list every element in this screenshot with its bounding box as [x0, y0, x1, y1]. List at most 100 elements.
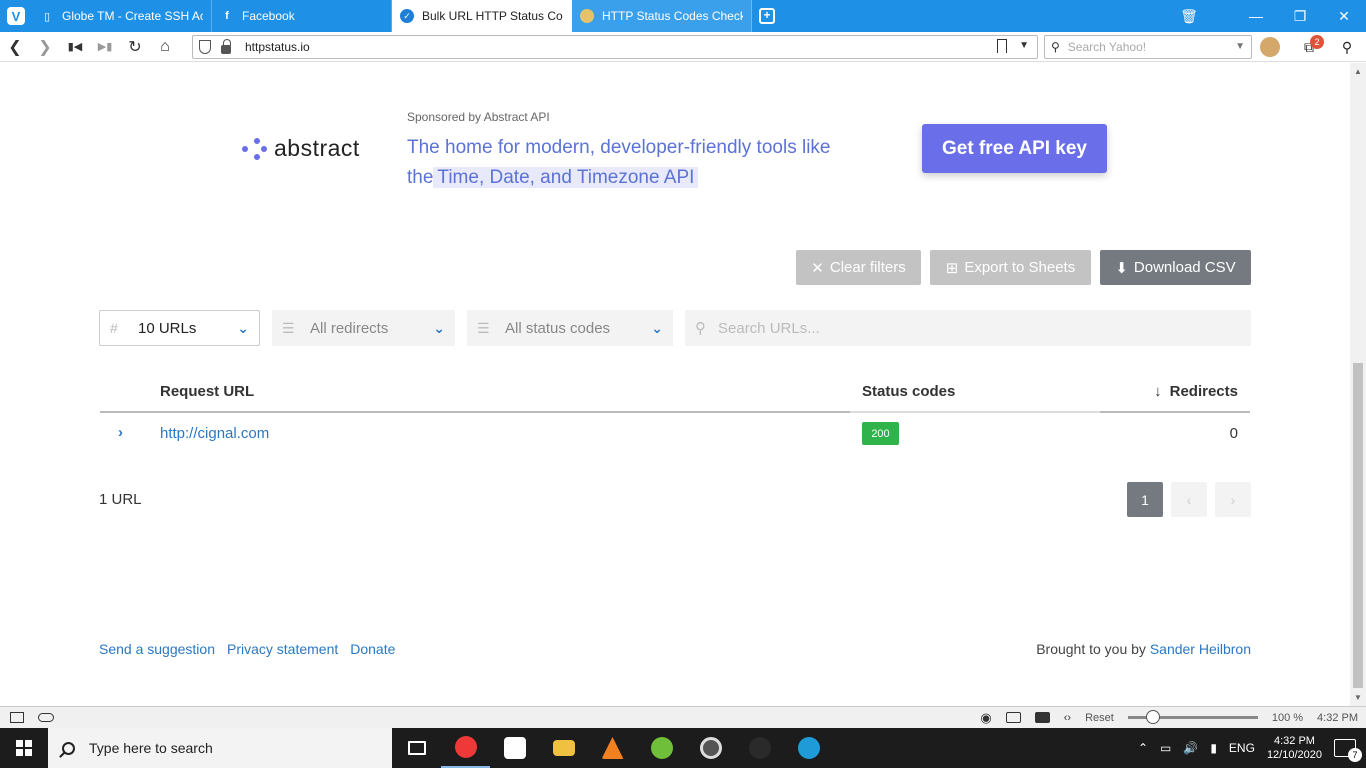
- trash-icon[interactable]: 🗑: [1144, 0, 1234, 32]
- page-1-button[interactable]: 1: [1127, 482, 1163, 517]
- network-icon[interactable]: ▭: [1160, 741, 1171, 755]
- chevron-down-icon: ⌄: [237, 319, 249, 336]
- language-indicator[interactable]: ENG: [1229, 741, 1255, 755]
- chevron-down-icon[interactable]: ▼: [1235, 41, 1245, 52]
- clear-filters-label: Clear filters: [829, 259, 906, 276]
- lock-icon: [221, 38, 231, 54]
- taskbar-date: 12/10/2020: [1266, 749, 1322, 761]
- zoom-reset-label[interactable]: Reset: [1085, 712, 1114, 724]
- camera-icon[interactable]: ◉: [980, 710, 991, 726]
- home-button[interactable]: ⌂: [150, 32, 180, 62]
- zoom-level: 100 %: [1271, 711, 1304, 724]
- system-tray: ⌃ ▭ 🔊 ▮ ENG 4:32 PM 12/10/2020 7: [1138, 734, 1366, 762]
- extensions-button[interactable]: ⧉ 2: [1290, 34, 1328, 56]
- taskbar-clock[interactable]: 4:32 PM 12/10/2020: [1267, 734, 1322, 762]
- redirects-filter[interactable]: ☰ All redirects ⌄: [272, 310, 455, 346]
- status-badge: 200: [862, 422, 899, 445]
- new-tab-button[interactable]: +: [752, 0, 782, 32]
- clear-filters-button[interactable]: ✕ Clear filters: [796, 250, 921, 285]
- donate-link[interactable]: Donate: [350, 641, 395, 657]
- volume-icon[interactable]: 🔊: [1183, 741, 1198, 755]
- facebook-icon: f: [225, 10, 229, 22]
- taskbar-vivaldi[interactable]: [441, 728, 490, 768]
- page-scrollbar[interactable]: ▲ ▼: [1350, 63, 1366, 706]
- taskbar-app-green[interactable]: [637, 728, 686, 768]
- download-csv-button[interactable]: ⬇ Download CSV: [1100, 250, 1251, 285]
- urls-count-select[interactable]: # 10 URLs ⌄: [99, 310, 260, 346]
- search-urls-field[interactable]: ⚲: [685, 310, 1251, 346]
- tab-status-checker[interactable]: HTTP Status Codes Checker: [572, 0, 752, 32]
- column-header-redirects[interactable]: ↓ Redirects: [1145, 383, 1238, 400]
- start-button[interactable]: [0, 728, 48, 768]
- search-urls-input[interactable]: [718, 319, 1218, 337]
- row-redirects-value: 0: [1229, 425, 1238, 442]
- taskbar-file-explorer[interactable]: [539, 728, 588, 768]
- taskbar-search[interactable]: Type here to search: [48, 728, 392, 768]
- row-url-link[interactable]: http://cignal.com: [160, 425, 269, 442]
- rewind-button[interactable]: ▮◀: [60, 32, 90, 62]
- send-suggestion-link[interactable]: Send a suggestion: [99, 641, 215, 657]
- tab-globe[interactable]: ▯ Globe TM - Create SSH Acc: [32, 0, 212, 32]
- chevron-down-icon: ⌄: [651, 319, 663, 336]
- back-button[interactable]: ❮: [0, 32, 30, 62]
- battery-icon[interactable]: ▮: [1210, 741, 1217, 755]
- author-link[interactable]: Sander Heilbron: [1150, 641, 1251, 657]
- privacy-statement-link[interactable]: Privacy statement: [227, 641, 338, 657]
- chevron-up-icon[interactable]: ⌃: [1138, 741, 1148, 755]
- vivaldi-icon: V: [7, 7, 25, 25]
- bookmark-icon[interactable]: [997, 39, 1007, 53]
- tab-httpstatus[interactable]: ✓ Bulk URL HTTP Status Code: [392, 0, 572, 32]
- close-button[interactable]: ✕: [1322, 0, 1366, 32]
- taskbar-vlc[interactable]: [588, 728, 637, 768]
- code-icon[interactable]: ‹›: [1064, 712, 1071, 724]
- ad-text[interactable]: The home for modern, developer-friendly …: [407, 133, 877, 193]
- maximize-button[interactable]: ❐: [1278, 0, 1322, 32]
- sheets-icon: ⊞: [945, 259, 959, 277]
- scroll-down-icon[interactable]: ▼: [1354, 693, 1362, 702]
- taskbar-app-dark[interactable]: [735, 728, 784, 768]
- expand-row-chevron-icon[interactable]: ›: [118, 424, 123, 441]
- abstract-logo[interactable]: abstract: [242, 135, 360, 162]
- prev-page-button[interactable]: ‹: [1171, 482, 1207, 517]
- urls-count-value: 10 URLs: [138, 319, 197, 337]
- vivaldi-menu-button[interactable]: V: [0, 0, 32, 32]
- next-page-button[interactable]: ›: [1215, 482, 1251, 517]
- zoom-slider-knob[interactable]: [1145, 710, 1160, 724]
- vlc-icon: [601, 737, 624, 759]
- table-header-divider: [100, 411, 1250, 413]
- get-api-key-button[interactable]: Get free API key: [922, 124, 1107, 173]
- task-view-button[interactable]: [392, 728, 441, 768]
- tab-facebook[interactable]: f Facebook: [212, 0, 392, 32]
- extension-badge: 2: [1310, 34, 1324, 49]
- panel-toggle-icon[interactable]: [10, 712, 24, 723]
- avatar[interactable]: [1260, 37, 1280, 57]
- chevron-down-icon[interactable]: ▼: [1019, 40, 1029, 51]
- search-engine-box[interactable]: ⚲ Search Yahoo! ▼: [1044, 35, 1252, 59]
- column-header-status[interactable]: Status codes: [862, 383, 955, 400]
- search-placeholder: Search Yahoo!: [1067, 40, 1147, 54]
- vivaldi-icon: [454, 736, 477, 758]
- fast-forward-button[interactable]: ▶▮: [90, 32, 120, 62]
- minimize-button[interactable]: —: [1234, 0, 1278, 32]
- scrollbar-thumb[interactable]: [1353, 363, 1363, 688]
- taskbar-search-placeholder: Type here to search: [89, 740, 213, 756]
- column-header-url[interactable]: Request URL: [160, 383, 254, 400]
- scroll-up-icon[interactable]: ▲: [1354, 67, 1362, 76]
- navigation-bar: ❮ ❯ ▮◀ ▶▮ ↻ ⌂ httpstatus.io ▼ ⚲ Search Y…: [0, 32, 1366, 62]
- export-sheets-button[interactable]: ⊞ Export to Sheets: [930, 250, 1091, 285]
- zoom-slider[interactable]: [1127, 710, 1258, 724]
- notification-center-icon[interactable]: 7: [1334, 739, 1362, 762]
- taskbar-store[interactable]: [490, 728, 539, 768]
- status-codes-filter[interactable]: ☰ All status codes ⌄: [467, 310, 673, 346]
- address-bar[interactable]: httpstatus.io ▼: [192, 35, 1038, 59]
- httpstatus-icon: ✓: [400, 9, 414, 23]
- taskbar-edge[interactable]: [784, 728, 833, 768]
- cloud-icon[interactable]: [38, 713, 54, 722]
- reload-button[interactable]: ↻: [120, 32, 150, 62]
- window-icon[interactable]: [1005, 712, 1021, 723]
- search-icon[interactable]: ⚲: [1328, 39, 1366, 56]
- taskbar-time: 4:32 PM: [1273, 735, 1315, 747]
- forward-button[interactable]: ❯: [30, 32, 60, 62]
- taskbar-media[interactable]: [686, 728, 735, 768]
- image-icon[interactable]: [1034, 712, 1050, 723]
